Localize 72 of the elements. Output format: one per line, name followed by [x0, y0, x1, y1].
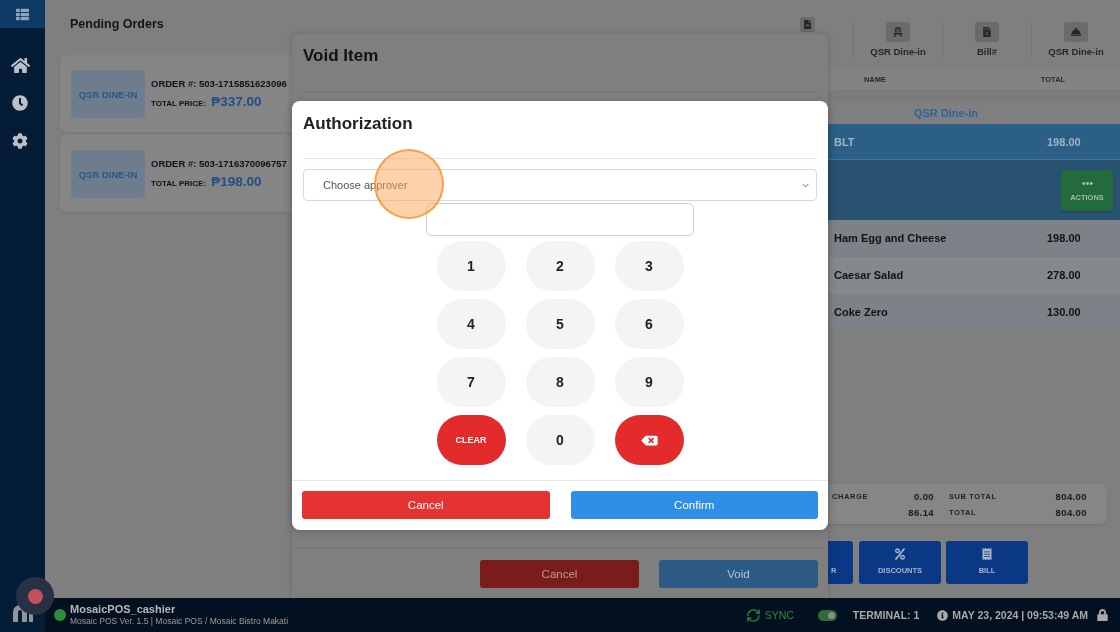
- bell-icon[interactable]: [1064, 22, 1088, 42]
- order-item-row[interactable]: Ham Egg and Cheese 198.00: [828, 220, 1120, 257]
- item-name: Caesar Salad: [834, 269, 905, 281]
- order-item-row[interactable]: Coke Zero 130.00: [828, 294, 1120, 331]
- order-card[interactable]: QSR DINE-IN ORDER #: 503-1715851623096 TOTAL PRICE: ₱337.00: [60, 55, 292, 132]
- pending-orders-title: Pending Orders: [69, 16, 165, 33]
- toggle-switch[interactable]: [817, 609, 837, 621]
- cancel-button[interactable]: Cancel: [302, 491, 550, 519]
- percent-icon: [895, 548, 905, 560]
- total-value: 804.00: [1055, 507, 1087, 518]
- item-total: 198.00: [1047, 135, 1082, 148]
- home-icon[interactable]: [10, 55, 30, 75]
- sync-icon[interactable]: [745, 607, 761, 623]
- item-total: 130.00: [1047, 306, 1082, 318]
- void-button[interactable]: Void: [659, 560, 818, 588]
- order-item-row[interactable]: Caesar Salad 278.00: [828, 257, 1120, 294]
- keypad-key[interactable]: 4: [436, 299, 506, 349]
- receipt-icon: [982, 548, 992, 560]
- settings-icon[interactable]: [12, 133, 28, 149]
- lock-icon[interactable]: [1097, 609, 1108, 621]
- list-icon: [15, 7, 30, 21]
- item-total: 198.00: [1047, 232, 1082, 244]
- app-details: Mosaic POS Ver. 1.5 | Mosaic POS / Mosaic Bistro Makati: [70, 616, 289, 627]
- sync-label[interactable]: SYNC: [764, 609, 794, 621]
- confirm-button[interactable]: Confirm: [570, 491, 818, 519]
- backspace-button[interactable]: [614, 415, 684, 465]
- order-card[interactable]: QSR DINE-IN ORDER #: 503-1716370096757 TOTAL PRICE: ₱198.00: [60, 135, 292, 212]
- info-icon: [937, 609, 949, 621]
- group-label: QSR Dine-in: [913, 107, 979, 119]
- approver-select[interactable]: Choose approver: [303, 169, 817, 201]
- pin-input-field[interactable]: [426, 203, 694, 236]
- total-price-label: TOTAL PRICE:: [151, 177, 207, 190]
- total-price: ₱337.00: [211, 92, 262, 110]
- backspace-icon: [640, 433, 658, 447]
- keypad-key[interactable]: 9: [614, 357, 684, 407]
- total-value: 0.00: [912, 491, 934, 502]
- keypad-key[interactable]: 1: [436, 241, 506, 291]
- chair-icon[interactable]: [886, 22, 910, 42]
- order-number: ORDER #: 503-1716370096757: [151, 156, 287, 170]
- keypad-key[interactable]: 8: [525, 357, 595, 407]
- item-name: Coke Zero: [834, 306, 889, 318]
- total-value: 804.00: [1055, 491, 1087, 502]
- tab-label[interactable]: QSR Dine-in: [1048, 46, 1104, 58]
- keypad-key[interactable]: 3: [614, 241, 684, 291]
- user-name: MosaicPOS_cashier: [70, 603, 177, 616]
- tab-label[interactable]: QSR Dine-in: [870, 46, 926, 58]
- total-value: 86.14: [908, 507, 934, 518]
- invoice-icon[interactable]: [975, 22, 999, 42]
- document-icon[interactable]: [800, 17, 815, 32]
- order-number: ORDER #: 503-1715851623096: [151, 76, 287, 90]
- menu-button[interactable]: [0, 0, 45, 28]
- dialog-title: Authorization: [303, 112, 413, 135]
- clock-icon[interactable]: [12, 95, 28, 111]
- item-total: 278.00: [1047, 269, 1082, 281]
- total-price-label: TOTAL PRICE:: [151, 97, 207, 110]
- tab-label[interactable]: Bill#: [976, 46, 998, 58]
- keypad-key[interactable]: 0: [525, 415, 595, 465]
- terminal-label: TERMINAL: 1: [852, 609, 920, 621]
- keypad-key[interactable]: 5: [525, 299, 595, 349]
- order-item-row[interactable]: BLT 198.00: [828, 124, 1120, 160]
- date-time: MAY 23, 2024 | 09:53:49 AM: [952, 609, 1088, 621]
- dialog-title: Void Item: [303, 45, 379, 67]
- clear-button[interactable]: CLEAR: [436, 415, 506, 465]
- keypad-key[interactable]: 7: [436, 357, 506, 407]
- order-type-tag: QSR DINE-IN: [71, 150, 145, 198]
- total-price: ₱198.00: [211, 172, 262, 190]
- cancel-button[interactable]: Cancel: [480, 560, 639, 588]
- keypad-key[interactable]: 2: [525, 241, 595, 291]
- keypad-key[interactable]: 6: [614, 299, 684, 349]
- item-name: BLT: [834, 135, 856, 148]
- order-type-tag: QSR DINE-IN: [71, 70, 145, 118]
- item-name: Ham Egg and Cheese: [834, 232, 948, 244]
